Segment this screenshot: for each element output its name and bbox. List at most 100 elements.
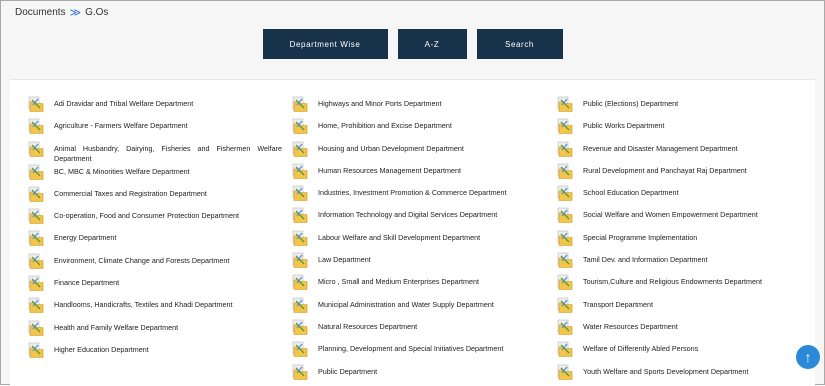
department-item[interactable]: Water Resources Department xyxy=(557,319,819,341)
department-item[interactable]: Adi Dravidar and Tribal Welfare Departme… xyxy=(28,96,282,118)
department-name: Social Welfare and Women Empowerment Dep… xyxy=(583,210,758,220)
folder-document-icon xyxy=(557,274,573,291)
department-name: Public (Elections) Department xyxy=(583,99,679,108)
department-name: Public Department xyxy=(318,366,378,376)
department-item[interactable]: Public Department xyxy=(292,364,542,386)
breadcrumb: Documents ≫ G.Os xyxy=(15,6,108,19)
scroll-to-top-button[interactable]: ↑ xyxy=(796,345,820,369)
department-item[interactable]: BC, MBC & Minorities Welfare Department xyxy=(28,164,282,186)
department-item[interactable]: Micro , Small and Medium Enterprises Dep… xyxy=(292,274,542,296)
a-z-button[interactable]: A-Z xyxy=(397,29,467,59)
department-name: Law Department xyxy=(318,255,371,265)
department-column-3: Public (Elections) Department Public Work… xyxy=(557,96,819,386)
folder-document-icon xyxy=(292,230,308,247)
folder-document-icon xyxy=(292,252,308,269)
department-name: Youth Welfare and Sports Development Dep… xyxy=(583,366,749,376)
department-name: Transport Department xyxy=(583,299,654,309)
folder-document-icon xyxy=(557,141,573,158)
arrow-up-icon: ↑ xyxy=(804,349,812,365)
department-name: Finance Department xyxy=(54,278,120,288)
department-item[interactable]: Municipal Administration and Water Suppl… xyxy=(292,297,542,319)
folder-document-icon xyxy=(557,364,573,381)
search-button[interactable]: Search xyxy=(476,29,563,59)
department-name: Labour Welfare and Skill Development Dep… xyxy=(318,232,481,242)
folder-document-icon xyxy=(557,96,573,113)
department-item[interactable]: Natural Resources Department xyxy=(292,319,542,341)
department-name: Higher Education Department xyxy=(54,344,149,354)
folder-document-icon xyxy=(292,341,308,358)
folder-document-icon xyxy=(28,253,44,270)
folder-document-icon xyxy=(292,118,308,135)
department-name: Natural Resources Department xyxy=(318,321,418,331)
department-name: Home, Prohibition and Excise Department xyxy=(318,121,452,131)
breadcrumb-current: G.Os xyxy=(85,7,109,18)
department-item[interactable]: Environment, Climate Change and Forests … xyxy=(28,253,282,275)
department-item[interactable]: Special Programme Implementation xyxy=(557,230,819,252)
department-item[interactable]: Higher Education Department xyxy=(28,342,282,364)
department-name: School Education Department xyxy=(583,188,679,198)
department-wise-button[interactable]: Department Wise xyxy=(262,29,388,59)
department-item[interactable]: Public Works Department xyxy=(557,118,819,140)
folder-document-icon xyxy=(28,141,44,158)
folder-document-icon xyxy=(292,96,308,113)
department-item[interactable]: Rural Development and Panchayat Raj Depa… xyxy=(557,163,819,185)
folder-document-icon xyxy=(557,163,573,180)
department-item[interactable]: Youth Welfare and Sports Development Dep… xyxy=(557,364,819,386)
department-item[interactable]: School Education Department xyxy=(557,185,819,207)
department-name: Agriculture - Farmers Welfare Department xyxy=(54,121,188,131)
department-list-panel: Adi Dravidar and Tribal Welfare Departme… xyxy=(10,79,815,386)
department-item[interactable]: Planning, Development and Special Initia… xyxy=(292,341,542,363)
department-name: Rural Development and Panchayat Raj Depa… xyxy=(583,165,747,175)
department-item[interactable]: Law Department xyxy=(292,252,542,274)
department-name: Welfare of Differently Abled Persons xyxy=(583,344,699,354)
department-item[interactable]: Agriculture - Farmers Welfare Department xyxy=(28,118,282,140)
department-item[interactable]: Social Welfare and Women Empowerment Dep… xyxy=(557,207,819,229)
breadcrumb-documents-link[interactable]: Documents xyxy=(15,7,66,18)
department-item[interactable]: Finance Department xyxy=(28,275,282,297)
department-item[interactable]: Tamil Dev. and Information Department xyxy=(557,252,819,274)
department-name: BC, MBC & Minorities Welfare Department xyxy=(54,166,190,176)
department-item[interactable]: Animal Husbandry, Dairying, Fisheries an… xyxy=(28,141,282,164)
department-item[interactable]: Health and Family Welfare Department xyxy=(28,320,282,342)
folder-document-icon xyxy=(292,207,308,224)
folder-document-icon xyxy=(557,230,573,247)
department-item[interactable]: Labour Welfare and Skill Development Dep… xyxy=(292,230,542,252)
folder-document-icon xyxy=(557,252,573,269)
department-item[interactable]: Information Technology and Digital Servi… xyxy=(292,207,542,229)
folder-document-icon xyxy=(292,185,308,202)
department-item[interactable]: Public (Elections) Department xyxy=(557,96,819,118)
department-name: Handlooms, Handicrafts, Textiles and Kha… xyxy=(54,300,233,310)
department-item[interactable]: Revenue and Disaster Management Departme… xyxy=(557,141,819,163)
department-item[interactable]: Home, Prohibition and Excise Department xyxy=(292,118,542,140)
department-name: Highways and Minor Ports Department xyxy=(318,99,442,108)
department-item[interactable]: Handlooms, Handicrafts, Textiles and Kha… xyxy=(28,297,282,319)
department-name: Municipal Administration and Water Suppl… xyxy=(318,299,494,309)
folder-document-icon xyxy=(292,274,308,291)
page-frame: Documents ≫ G.Os Department Wise A-Z Sea… xyxy=(0,0,825,386)
folder-document-icon xyxy=(28,118,44,135)
department-item[interactable]: Human Resources Management Department xyxy=(292,163,542,185)
department-name: Revenue and Disaster Management Departme… xyxy=(583,143,738,153)
folder-document-icon xyxy=(292,297,308,314)
department-item[interactable]: Tourism,Culture and Religious Endowments… xyxy=(557,274,819,296)
folder-document-icon xyxy=(557,319,573,336)
department-item[interactable]: Co-operation, Food and Consumer Protecti… xyxy=(28,208,282,230)
department-item[interactable]: Housing and Urban Development Department xyxy=(292,141,542,163)
folder-document-icon xyxy=(557,341,573,358)
department-item[interactable]: Welfare of Differently Abled Persons xyxy=(557,341,819,363)
folder-document-icon xyxy=(292,163,308,180)
department-item[interactable]: Energy Department xyxy=(28,230,282,252)
department-name: Industries, Investment Promotion & Comme… xyxy=(318,188,507,198)
folder-document-icon xyxy=(28,230,44,247)
filter-toolbar: Department Wise A-Z Search xyxy=(1,29,824,59)
department-item[interactable]: Transport Department xyxy=(557,297,819,319)
department-name: Adi Dravidar and Tribal Welfare Departme… xyxy=(54,99,194,108)
department-item[interactable]: Highways and Minor Ports Department xyxy=(292,96,542,118)
department-item[interactable]: Commercial Taxes and Registration Depart… xyxy=(28,186,282,208)
department-name: Animal Husbandry, Dairying, Fisheries an… xyxy=(54,143,282,163)
department-name: Housing and Urban Development Department xyxy=(318,143,464,153)
department-column-2: Highways and Minor Ports Department Home,… xyxy=(292,96,542,386)
folder-document-icon xyxy=(28,208,44,225)
department-name: Energy Department xyxy=(54,233,117,243)
department-item[interactable]: Industries, Investment Promotion & Comme… xyxy=(292,185,542,207)
